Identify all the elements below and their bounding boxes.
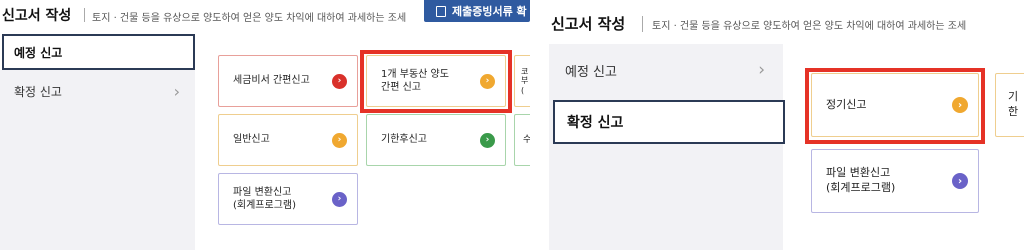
document-icon: [436, 5, 446, 17]
title-divider: [642, 16, 643, 32]
card-label: 일반신고: [233, 134, 270, 146]
chevron-right-circle-icon: ›: [480, 132, 495, 148]
card-late-report[interactable]: 기한후신고 ›: [366, 114, 506, 166]
card-label: 기한후신고: [381, 134, 427, 146]
card-label: 코 부 (: [521, 66, 529, 95]
card-partial-cut-off[interactable]: 코 부 (: [514, 55, 530, 107]
card-file-conversion-report[interactable]: 파일 변환신고 (회계프로그램) ›: [811, 149, 979, 213]
submit-documents-label: 제출증빙서류 확: [452, 5, 527, 18]
sidebar-item-final-report[interactable]: 확정 신고: [553, 100, 785, 144]
sidebar-item-label: 확정 신고: [567, 115, 624, 131]
card-tax-assistant-simple-report[interactable]: 세금비서 간편신고 ›: [218, 55, 358, 107]
right-screenshot-panel: 신고서 작성 토지 · 건물 등을 유상으로 양도하여 얻은 양도 차익에 대하…: [549, 0, 1024, 250]
title-divider: [84, 8, 85, 22]
card-label: 기한: [1008, 90, 1019, 118]
card-partial-cut-off[interactable]: 수: [514, 114, 530, 166]
left-screenshot-panel: 신고서 작성 토지 · 건물 등을 유상으로 양도하여 얻은 양도 차익에 대하…: [0, 0, 530, 250]
card-label: 파일 변환신고 (회계프로그램): [826, 166, 896, 194]
sidebar-item-final-report[interactable]: 확정 신고 ›: [2, 76, 192, 106]
highlight-box: [360, 50, 512, 113]
chevron-right-circle-icon: ›: [952, 173, 968, 189]
card-partial-cut-off[interactable]: 기한: [995, 73, 1024, 137]
page-description: 토지 · 건물 등을 유상으로 양도하여 얻은 양도 차익에 대하여 과세하는 …: [652, 21, 967, 32]
card-label: 파일 변환신고 (회계프로그램): [233, 186, 297, 212]
chevron-right-icon: ›: [173, 81, 180, 101]
submit-documents-button[interactable]: 제출증빙서류 확: [424, 0, 530, 22]
sidebar-item-scheduled-report[interactable]: 예정 신고: [2, 34, 195, 70]
chevron-right-circle-icon: ›: [332, 191, 347, 207]
highlight-box: [805, 68, 985, 144]
sidebar-item-label: 확정 신고: [14, 84, 62, 99]
card-general-report[interactable]: 일반신고 ›: [218, 114, 358, 166]
chevron-right-icon: ›: [758, 60, 765, 80]
sidebar-item-label: 예정 신고: [565, 64, 617, 80]
card-file-conversion-report[interactable]: 파일 변환신고 (회계프로그램) ›: [218, 173, 358, 225]
sidebar-item-label: 예정 신고: [14, 45, 63, 60]
card-label: 수: [523, 134, 530, 145]
chevron-right-circle-icon: ›: [332, 73, 347, 89]
page-description: 토지 · 건물 등을 유상으로 양도하여 얻은 양도 차익에 대하여 과세하는 …: [92, 13, 407, 24]
page-header: 신고서 작성 토지 · 건물 등을 유상으로 양도하여 얻은 양도 차익에 대하…: [549, 0, 1024, 33]
card-label: 세금비서 간편신고: [233, 75, 310, 87]
page-header: 신고서 작성 토지 · 건물 등을 유상으로 양도하여 얻은 양도 차익에 대하…: [0, 0, 530, 32]
chevron-right-circle-icon: ›: [332, 132, 347, 148]
sidebar-item-scheduled-report[interactable]: 예정 신고 ›: [551, 52, 777, 88]
page-title: 신고서 작성: [2, 8, 72, 24]
page-title: 신고서 작성: [551, 15, 626, 33]
